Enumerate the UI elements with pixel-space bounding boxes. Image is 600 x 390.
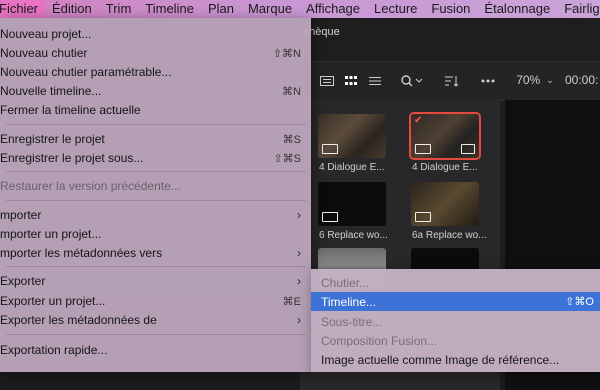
menu-separator [6,334,306,335]
menu-item-importer[interactable]: mporter › [0,205,311,225]
film-icon [415,212,431,222]
menu-bar: Fichier Édition Trim Timeline Plan Marqu… [0,0,600,18]
menu-item-enregistrer-projet[interactable]: Enregistrer le projet ⌘S [0,129,311,149]
shortcut: ⇧⌘N [272,47,301,60]
submenu-item-sous-titre: Sous-titre... [321,314,383,329]
shortcut: ⌘N [282,85,301,98]
menu-item-fermer-timeline[interactable]: Fermer la timeline actuelle [0,100,311,120]
submenu-item-image-reference[interactable]: Image actuelle comme Image de référence.… [311,350,600,369]
search-icon[interactable] [398,62,426,100]
menu-separator [6,266,306,267]
submenu-item-chutier: Chutier... [321,275,370,290]
exporter-submenu: Chutier... Timeline... ⇧⌘O Sous-titre...… [311,269,600,372]
menu-edition[interactable]: Édition [45,0,99,18]
menu-fairlight[interactable]: Fairlight [557,0,600,18]
clip-label: 4 Dialogue E... [319,162,385,173]
checkmark-icon: ✔ [414,115,423,126]
menu-marque[interactable]: Marque [241,0,299,18]
clip-thumbnail[interactable] [318,114,386,158]
menu-item-exporter-projet[interactable]: Exporter un projet... ⌘E [0,291,311,311]
menu-item-exportation-rapide[interactable]: Exportation rapide... [0,340,311,360]
menu-lecture[interactable]: Lecture [367,0,424,18]
menu-item-restaurer-version: Restaurer la version précédente... [0,179,181,193]
audio-icon [461,144,475,154]
menu-item-nouvelle-timeline[interactable]: Nouvelle timeline... ⌘N [0,81,311,101]
menu-trim[interactable]: Trim [99,0,139,18]
film-icon [322,212,338,222]
menu-separator [6,124,306,125]
chevron-right-icon: › [297,208,301,222]
menu-fusion[interactable]: Fusion [424,0,477,18]
clip-thumbnail[interactable] [318,182,386,226]
film-icon [415,144,431,154]
clip-thumbnail[interactable] [411,182,479,226]
submenu-item-composition-fusion: Composition Fusion... [321,333,438,348]
sort-icon[interactable] [442,62,462,100]
chevron-down-icon: ⌄ [546,74,554,85]
menu-affichage[interactable]: Affichage [299,0,367,18]
menu-item-importer-metadonnees[interactable]: mporter les métadonnées vers › [0,243,311,263]
menu-item-enregistrer-sous[interactable]: Enregistrer le projet sous... ⇧⌘S [0,148,311,168]
menu-item-nouveau-chutier[interactable]: Nouveau chutier ⇧⌘N [0,43,311,63]
clip-label: 6a Replace wo... [412,230,487,241]
shortcut: ⌘E [282,295,301,308]
menu-fichier[interactable]: Fichier [0,0,46,18]
menu-item-importer-projet[interactable]: mporter un projet... [0,224,311,244]
shortcut: ⌘S [282,133,301,146]
menu-item-nouveau-projet[interactable]: Nouveau projet... [0,24,311,44]
film-icon [322,144,338,154]
zoom-dropdown[interactable]: 70% ⌄ [512,61,558,99]
shortcut: ⇧⌘S [273,152,301,165]
menu-separator [6,171,306,172]
shortcut: ⇧⌘O [565,296,594,308]
chevron-right-icon: › [297,246,301,260]
clip-label: 4 Dialogue E... [412,162,478,173]
clip-thumbnail-selected[interactable]: ✔ [409,112,481,160]
submenu-item-timeline[interactable]: Timeline... ⇧⌘O [311,292,600,311]
menu-etalonnage[interactable]: Étalonnage [477,0,557,18]
more-options-icon[interactable] [478,62,498,100]
menu-separator [6,200,306,201]
menu-item-exporter[interactable]: Exporter › [0,271,311,291]
list-view-icon[interactable] [366,62,384,100]
clip-label: 6 Replace wo... [319,230,388,241]
timecode-display: 00:00: [565,73,599,87]
menu-timeline[interactable]: Timeline [138,0,201,18]
menu-item-exporter-metadonnees[interactable]: Exporter les métadonnées de › [0,310,311,330]
chevron-right-icon: › [297,274,301,288]
chevron-right-icon: › [297,313,301,327]
fichier-menu: Nouveau projet... Nouveau chutier ⇧⌘N No… [0,18,311,372]
menu-plan[interactable]: Plan [201,0,241,18]
thumbnail-view-icon[interactable] [342,62,360,100]
metadata-view-icon[interactable] [318,62,336,100]
menu-item-nouveau-chutier-parametrable[interactable]: Nouveau chutier paramétrable... [0,62,311,82]
zoom-level: 70% [516,73,541,87]
